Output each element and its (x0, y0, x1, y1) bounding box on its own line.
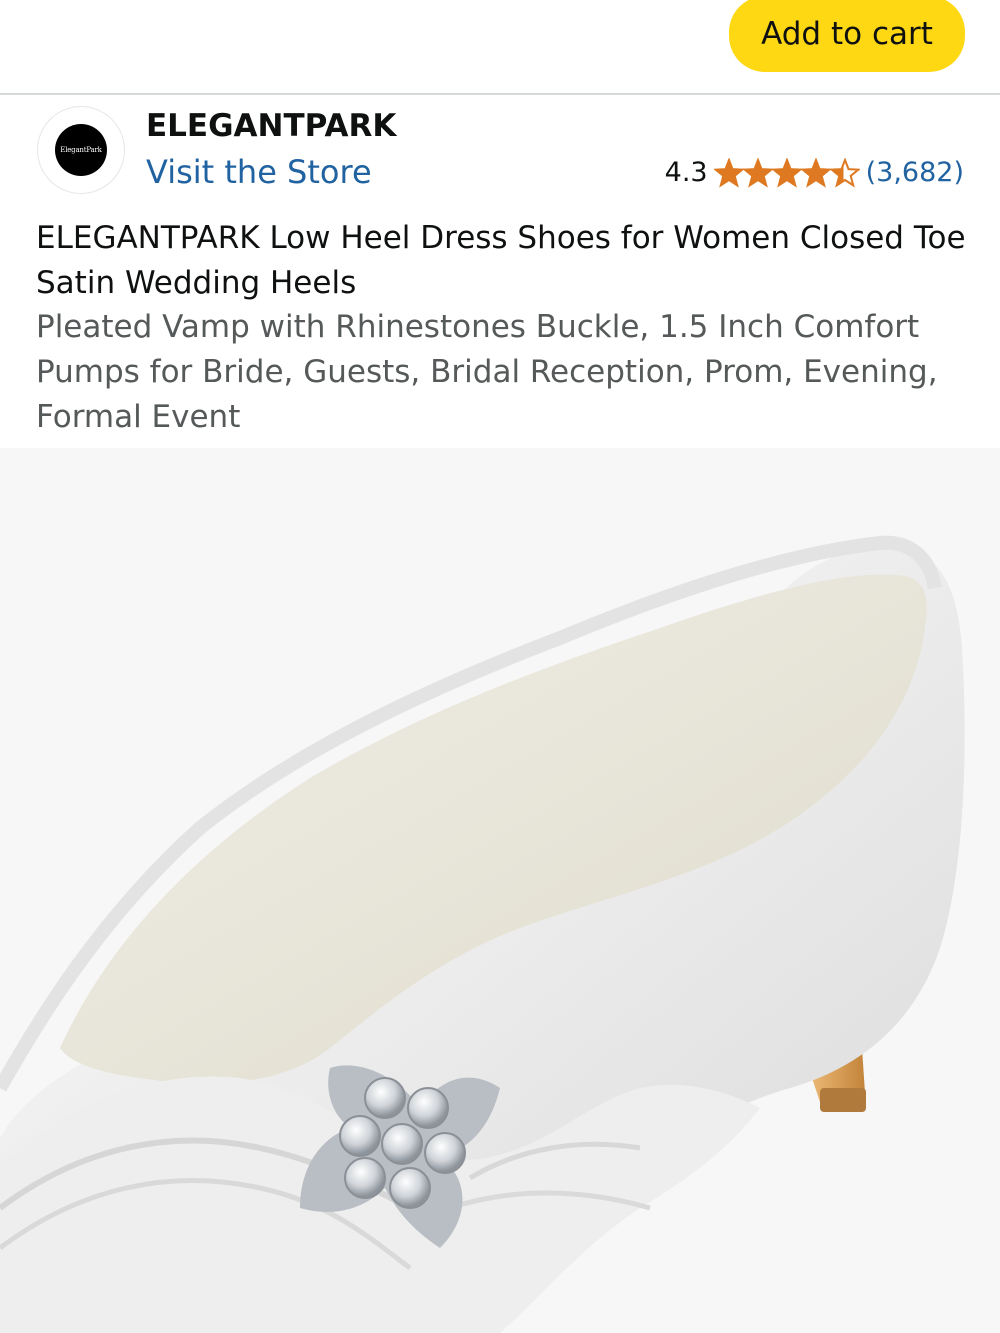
rating-value: 4.3 (664, 157, 708, 188)
review-count-link[interactable]: (3,682) (866, 157, 964, 188)
star-rating-icon (713, 157, 860, 188)
visit-store-link[interactable]: Visit the Store (146, 153, 372, 191)
star-icon (713, 157, 745, 188)
stars-graphic (713, 157, 860, 188)
brand-logo[interactable]: ElegantPark (37, 106, 125, 194)
add-to-cart-button[interactable]: Add to cart (729, 0, 965, 72)
sticky-header: Add to cart (0, 0, 1000, 93)
brand-logo-badge: ElegantPark (55, 124, 107, 176)
product-page: Add to cart ElegantPark ELEGANTPARK Visi… (0, 0, 1000, 1333)
product-subtitle: Pleated Vamp with Rhinestones Buckle, 1.… (36, 309, 938, 435)
header-divider (0, 93, 1000, 95)
star-icon (770, 157, 803, 188)
rating-summary[interactable]: 4.3 (3,682) (665, 157, 964, 188)
brand-logo-text: ElegantPark (60, 146, 102, 154)
product-title: ELEGANTPARK Low Heel Dress Shoes for Wom… (36, 220, 966, 301)
shoe-image (0, 535, 965, 1333)
star-icon (741, 157, 774, 188)
product-image[interactable] (0, 448, 1000, 1333)
brand-name: ELEGANTPARK (146, 108, 397, 144)
star-icon (799, 157, 832, 188)
star-icon (828, 157, 860, 188)
